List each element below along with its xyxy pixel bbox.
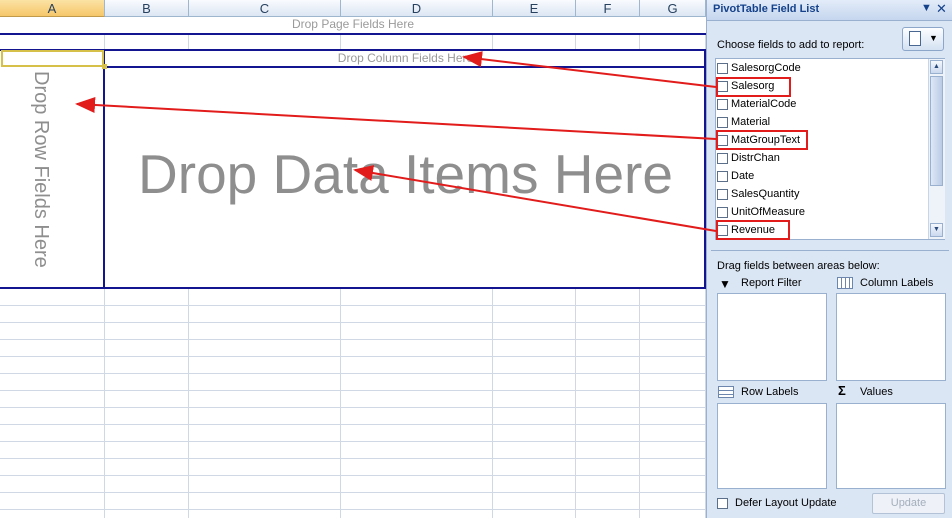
row-labels-area[interactable] [717,403,827,489]
page-fields-drop-text: Drop Page Fields Here [291,17,415,31]
column-header-b[interactable]: B [105,0,189,17]
column-header-c[interactable]: C [189,0,341,17]
gridline [0,322,706,323]
field-checkbox[interactable] [717,170,728,182]
field-checkbox[interactable] [717,206,728,218]
filter-icon: ▼ [719,277,731,291]
data-items-drop-text: Drop Data Items Here [138,143,673,205]
row-labels-label: Row Labels [741,386,799,398]
row-fields-drop-text: Drop Row Fields Here [30,71,52,268]
pane-divider [711,250,949,251]
column-header-e[interactable]: E [493,0,576,17]
chevron-down-icon: ▼ [929,33,938,43]
field-item-date[interactable]: Date [717,167,754,185]
field-item-salesorgcode[interactable]: SalesorgCode [717,59,801,77]
field-label: SalesorgCode [731,62,801,74]
gridline [0,390,706,391]
field-checkbox[interactable] [717,98,728,110]
spreadsheet-grid[interactable]: A B C D E F G Drop Page Fields Here Drop… [0,0,706,518]
choose-fields-label: Choose fields to add to report: [717,39,865,51]
close-icon[interactable]: ✕ [936,1,947,17]
column-header-d[interactable]: D [341,0,493,17]
field-list-scrollbar[interactable]: ▲ ▼ [928,59,945,239]
scroll-down-icon[interactable]: ▼ [930,223,943,237]
gridline [0,509,706,510]
row-fields-drop-zone[interactable]: Drop Row Fields Here [0,68,103,288]
highlight-matgrouptext [716,130,808,150]
pane-title-bar: PivotTable Field List ▼ ✕ [707,0,952,21]
scroll-up-icon[interactable]: ▲ [930,60,943,74]
defer-layout-label: Defer Layout Update [735,497,837,509]
field-item-salesquantity[interactable]: SalesQuantity [717,185,799,203]
pivot-field-list-pane: PivotTable Field List ▼ ✕ Choose fields … [706,0,952,518]
values-area[interactable] [836,403,946,489]
field-label: MaterialCode [731,98,797,110]
field-item-unitofmeasure[interactable]: UnitOfMeasure [717,203,805,221]
column-header-a[interactable]: A [0,0,105,17]
column-labels-area[interactable] [836,293,946,381]
gridline [0,458,706,459]
field-label: Date [731,170,755,182]
layout-options-button[interactable]: ▼ [902,27,944,51]
gridline [0,424,706,425]
sigma-icon: Σ [838,383,846,398]
field-checkbox[interactable] [717,152,728,164]
selected-cell[interactable] [1,50,104,67]
pane-dropdown-icon[interactable]: ▼ [921,2,932,14]
gridline [0,373,706,374]
column-labels-label: Column Labels [860,277,934,289]
layout-icon [909,31,921,46]
field-item-material[interactable]: Material [717,113,770,131]
pane-title: PivotTable Field List [713,3,820,15]
column-header-f[interactable]: F [576,0,640,17]
field-item-materialcode[interactable]: MaterialCode [717,95,796,113]
gridline [0,441,706,442]
field-checkbox[interactable] [717,116,728,128]
highlight-revenue [716,220,790,240]
field-item-distrchan[interactable]: DistrChan [717,149,780,167]
gridline [0,305,706,306]
report-filter-area[interactable] [717,293,827,381]
field-checkbox[interactable] [717,62,728,74]
field-label: SalesQuantity [731,188,800,200]
field-label: Material [731,116,771,128]
update-button[interactable]: Update [872,493,945,514]
column-header-g[interactable]: G [640,0,706,17]
gridline [0,339,706,340]
row-labels-icon [718,386,734,398]
column-labels-icon [837,277,853,289]
column-fields-drop-text: Drop Column Fields Here [337,51,474,65]
gridline [0,407,706,408]
gridline [0,475,706,476]
gridline [0,356,706,357]
field-checkbox[interactable] [717,188,728,200]
defer-layout-checkbox[interactable] [717,498,728,509]
values-label: Values [860,386,893,398]
gridline [0,492,706,493]
scroll-thumb[interactable] [930,76,943,186]
drag-fields-label: Drag fields between areas below: [717,260,880,272]
field-label: DistrChan [731,152,780,164]
highlight-salesorg [716,77,791,97]
report-filter-label: Report Filter [741,277,802,289]
field-label: UnitOfMeasure [731,206,805,218]
data-items-drop-zone[interactable]: Drop Data Items Here [105,68,706,288]
